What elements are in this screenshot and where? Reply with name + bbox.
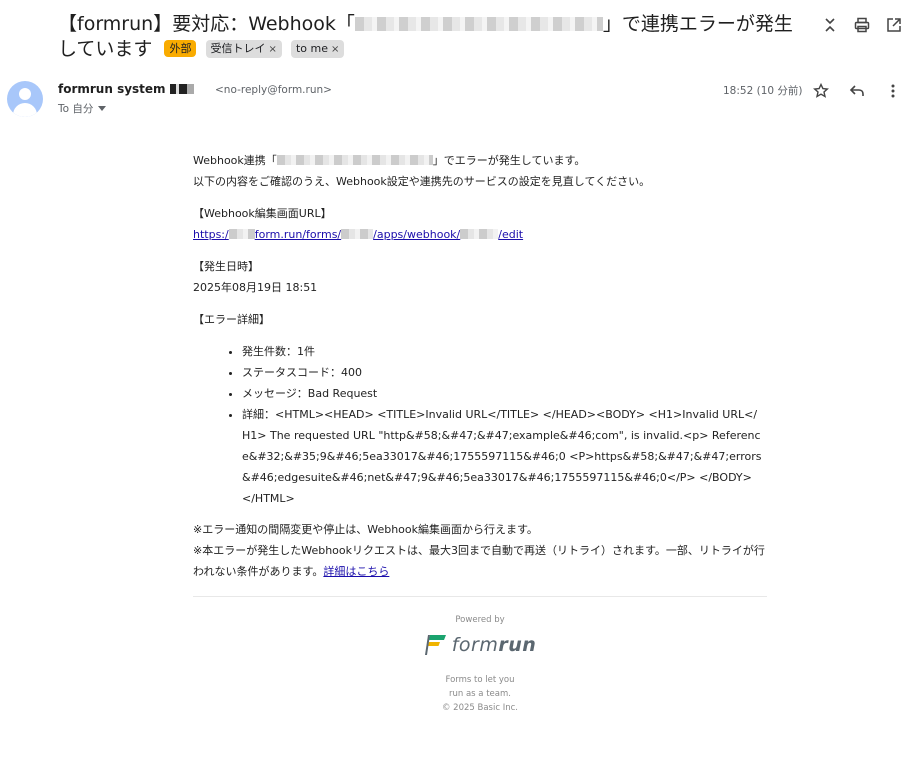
date-value: 2025年08月19日 18:51: [193, 281, 318, 294]
copyright: © 2025 Basic Inc.: [441, 703, 518, 713]
sender-avatar[interactable]: [7, 81, 43, 117]
email-footer: Powered by formrun Forms to let you run …: [193, 615, 767, 715]
redacted-webhook-name: [354, 17, 603, 31]
print-icon[interactable]: [853, 16, 871, 34]
error-heading: 【エラー詳細】: [193, 313, 270, 326]
message-time: 18:52 (10 分前): [723, 85, 803, 97]
collapse-icon[interactable]: [821, 16, 839, 34]
formrun-logo[interactable]: formrun: [424, 633, 537, 657]
intro-paragraph: Webhook連携「 」でエラーが発生しています。 以下の内容をご確認のうえ、We…: [193, 154, 651, 188]
date-section: 【発生日時】 2025年08月19日 18:51: [193, 256, 773, 298]
notes: ※エラー通知の間隔変更や停止は、Webhook編集画面から行えます。 ※本エラー…: [193, 523, 765, 578]
label-to-me[interactable]: to me ×: [290, 40, 345, 58]
email-subject: 【formrun】要対応：Webhook「 」で連携エラーが発生しています 外部 …: [58, 12, 808, 62]
list-item: メッセージ：Bad Request: [242, 383, 773, 404]
chevron-down-icon[interactable]: [98, 106, 107, 111]
list-item: ステータスコード：400: [242, 362, 773, 383]
list-item: 発生件数：1件: [242, 341, 773, 362]
url-heading: 【Webhook編集画面URL】: [193, 207, 332, 220]
powered-by: Powered by: [455, 615, 505, 625]
redacted-webhook-name: [276, 155, 433, 165]
sender-email: <no-reply@form.run>: [215, 84, 332, 96]
email-body: Webhook連携「 」でエラーが発生しています。 以下の内容をご確認のうえ、We…: [193, 150, 773, 597]
remove-label-icon[interactable]: ×: [269, 44, 277, 55]
divider: [193, 596, 767, 597]
details-link[interactable]: 詳細はこちら: [323, 565, 389, 578]
webhook-edit-link[interactable]: https:/form.run/forms//apps/webhook//edi…: [193, 228, 523, 241]
formrun-logo-icon: [424, 635, 446, 655]
label-inbox[interactable]: 受信トレイ ×: [205, 40, 282, 58]
recipient-details[interactable]: To 自分: [58, 101, 107, 116]
open-in-new-window-icon[interactable]: [885, 16, 903, 34]
subject-prefix: 【formrun】要対応：Webhook「: [58, 13, 355, 35]
more-vert-icon[interactable]: [884, 82, 902, 100]
star-icon[interactable]: [812, 82, 830, 100]
footer-tagline: Forms to let you run as a team. © 2025 B…: [441, 675, 518, 713]
date-heading: 【発生日時】: [193, 260, 259, 273]
label-external[interactable]: 外部: [164, 40, 197, 57]
remove-label-icon[interactable]: ×: [331, 44, 339, 55]
error-list: 発生件数：1件 ステータスコード：400 メッセージ：Bad Request 詳…: [242, 341, 773, 509]
thread-toolbar: [821, 16, 903, 34]
sender-name[interactable]: formrun system: [58, 82, 194, 96]
reply-icon[interactable]: [848, 82, 866, 100]
list-item: 詳細：<HTML><HEAD> <TITLE>Invalid URL</TITL…: [242, 404, 773, 509]
url-section: 【Webhook編集画面URL】 https:/form.run/forms//…: [193, 203, 773, 245]
redacted-text: [169, 84, 194, 94]
message-actions: [812, 82, 902, 100]
